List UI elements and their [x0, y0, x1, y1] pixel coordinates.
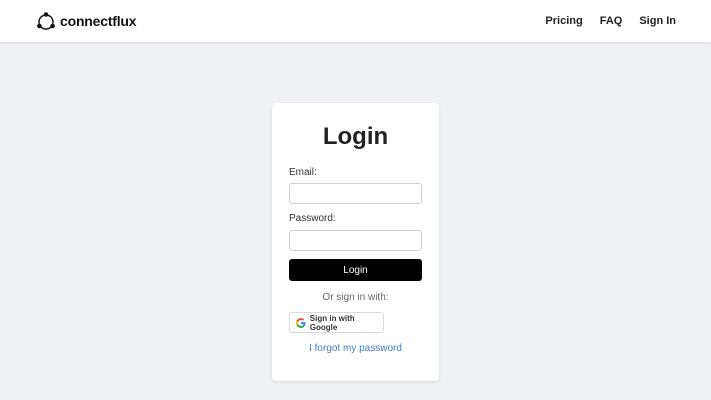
login-title: Login [322, 123, 389, 150]
top-nav: Pricing FAQ Sign In [528, 15, 676, 27]
email-input[interactable] [289, 183, 422, 204]
alt-signin-text: Or sign in with: [322, 292, 389, 303]
forgot-password-link[interactable]: I forgot my password [272, 343, 439, 354]
login-card: Login Email: Password: Login Or sign in … [272, 103, 439, 381]
password-label: Password: [289, 213, 336, 224]
network-nodes-icon [37, 12, 55, 30]
nav-pricing-link[interactable]: Pricing [545, 15, 582, 27]
nav-sign-in-link[interactable]: Sign In [639, 15, 676, 27]
email-label: Email: [289, 167, 317, 178]
brand-name: connectflux [60, 13, 137, 29]
google-signin-button[interactable]: Sign in with Google [289, 312, 384, 333]
site-header: connectflux Pricing FAQ Sign In [0, 0, 711, 42]
login-button[interactable]: Login [289, 259, 422, 281]
password-input[interactable] [289, 230, 422, 251]
google-g-icon [296, 317, 306, 328]
google-signin-label: Sign in with Google [309, 313, 355, 332]
brand-logo[interactable]: connectflux [36, 11, 137, 31]
nav-faq-link[interactable]: FAQ [600, 15, 623, 27]
